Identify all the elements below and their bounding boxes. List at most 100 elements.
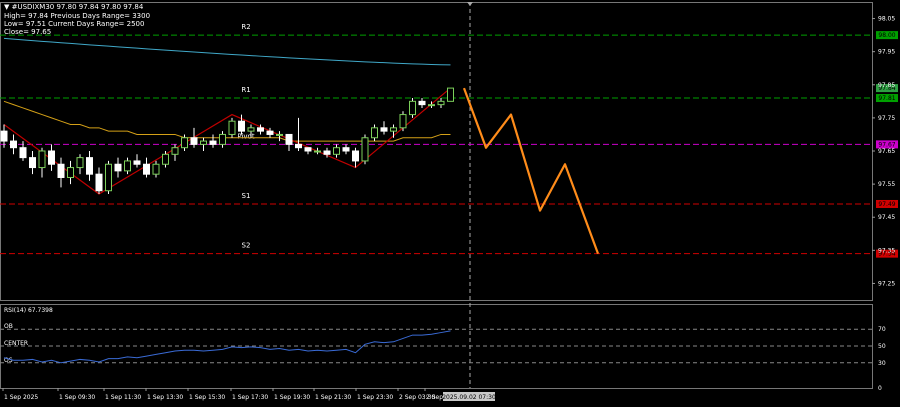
candle-body (266, 130, 274, 135)
forecast-line (462, 87, 600, 255)
candle-body (57, 163, 65, 178)
rsi-tick-label: 30 (878, 360, 886, 367)
candle (29, 151, 36, 175)
candle (409, 98, 416, 118)
rsi-level-label: OB (4, 323, 13, 330)
candle (219, 131, 226, 148)
rsi-tick-label: 0 (878, 385, 882, 392)
price-tick-label: 98.05 (878, 16, 895, 23)
candle-body (114, 163, 122, 172)
candle (342, 144, 350, 155)
candle (124, 157, 131, 175)
candle-body (67, 167, 74, 178)
candle-body (390, 127, 397, 132)
candle (86, 151, 93, 181)
forecast-path (462, 87, 600, 255)
time-axis: 1 Sep 2025 1 Sep 09:30 1 Sep 11:30 1 Sep 13… (2, 388, 496, 401)
level-tag-text-s1: 97.49 (878, 201, 895, 208)
rsi-level-label: CENTER (4, 340, 28, 347)
candle-body (10, 140, 17, 149)
candle (48, 144, 55, 171)
candle-body (0, 130, 8, 142)
candle-body (86, 157, 93, 175)
candle (285, 133, 293, 151)
candle-body (285, 133, 293, 145)
candle (418, 98, 426, 108)
level-label-s1: S1 (242, 192, 251, 200)
candle (190, 127, 198, 148)
price-axis: 98.05 97.95 97.85 97.75 97.65 97.55 97.45 97.35… (872, 16, 895, 287)
price-chart[interactable]: R298.00R197.81Pivot97.67S197.49S297.3497… (0, 0, 900, 407)
time-tick-label: 2 Sep (426, 394, 443, 401)
candle-body (219, 133, 226, 145)
main-panel-frame (0, 2, 873, 301)
candle-body (352, 150, 359, 162)
candle (304, 147, 312, 155)
level-label-r2: R2 (241, 23, 250, 31)
candle-body (257, 127, 264, 132)
price-tick-label: 97.75 (878, 115, 895, 122)
candle-body (371, 127, 378, 139)
fast-ma-line (3, 37, 451, 66)
candle (67, 160, 74, 185)
price-tick-label: 97.25 (878, 280, 895, 287)
candle-body (133, 160, 141, 165)
time-tick-label: 1 Sep 15:30 (189, 394, 225, 401)
candle (314, 147, 321, 155)
candle-body (342, 147, 350, 152)
candle-body (238, 120, 245, 132)
candle-body (380, 127, 388, 132)
candle-body (48, 150, 55, 165)
candle (10, 134, 17, 155)
candle (380, 121, 388, 135)
candle-body (304, 147, 312, 152)
candle-body (152, 163, 160, 175)
candle-body (181, 137, 188, 149)
candle-body (323, 150, 331, 155)
candle (105, 160, 112, 195)
level-label-pivot: Pivot (237, 132, 254, 140)
rsi-line (3, 330, 451, 364)
candle-body (428, 104, 435, 107)
rsi-tick-label: 70 (878, 326, 886, 333)
candle-body (200, 140, 207, 145)
candle-body (143, 163, 150, 175)
candle (133, 154, 141, 168)
candle-body (162, 153, 169, 165)
candle-body (409, 100, 416, 116)
current-bar-marker (467, 2, 473, 6)
candle (390, 124, 397, 138)
candle-body (399, 114, 407, 129)
level-label-s2: S2 (242, 242, 251, 250)
time-tick-label: 1 Sep 09:30 (59, 394, 95, 401)
time-tick-label: 1 Sep 2025 (4, 394, 38, 401)
time-highlight-label: 2025.09.02 07:30 (442, 394, 496, 401)
candle-body (228, 120, 236, 135)
candle-body (361, 137, 369, 162)
candle-body (95, 173, 103, 192)
candle-body (418, 100, 426, 106)
candle-body (247, 127, 255, 132)
candle-body (105, 163, 112, 192)
candle (266, 127, 274, 138)
candle-body (29, 157, 36, 169)
candle-body (333, 147, 340, 155)
price-tick-label: 97.95 (878, 49, 895, 56)
candle-body (437, 100, 445, 106)
candle-body (190, 137, 198, 145)
grid-frame (0, 2, 873, 389)
candle-body (314, 150, 321, 153)
price-tick-label: 97.65 (878, 148, 895, 155)
candle (143, 157, 150, 178)
rsi-label: RSI(14) 67.7398 (4, 307, 53, 314)
candle (333, 144, 340, 158)
candle (200, 137, 207, 151)
pivot-levels: R298.00R197.81Pivot97.67S197.49S297.3497… (0, 23, 898, 258)
price-tick-label: 97.85 (878, 82, 895, 89)
candle (209, 134, 217, 148)
time-tick-label: 1 Sep 23:30 (357, 394, 393, 401)
candle (399, 111, 407, 132)
candle (361, 134, 369, 165)
candle-body (209, 140, 217, 145)
time-tick-label: 1 Sep 17:30 (232, 394, 268, 401)
